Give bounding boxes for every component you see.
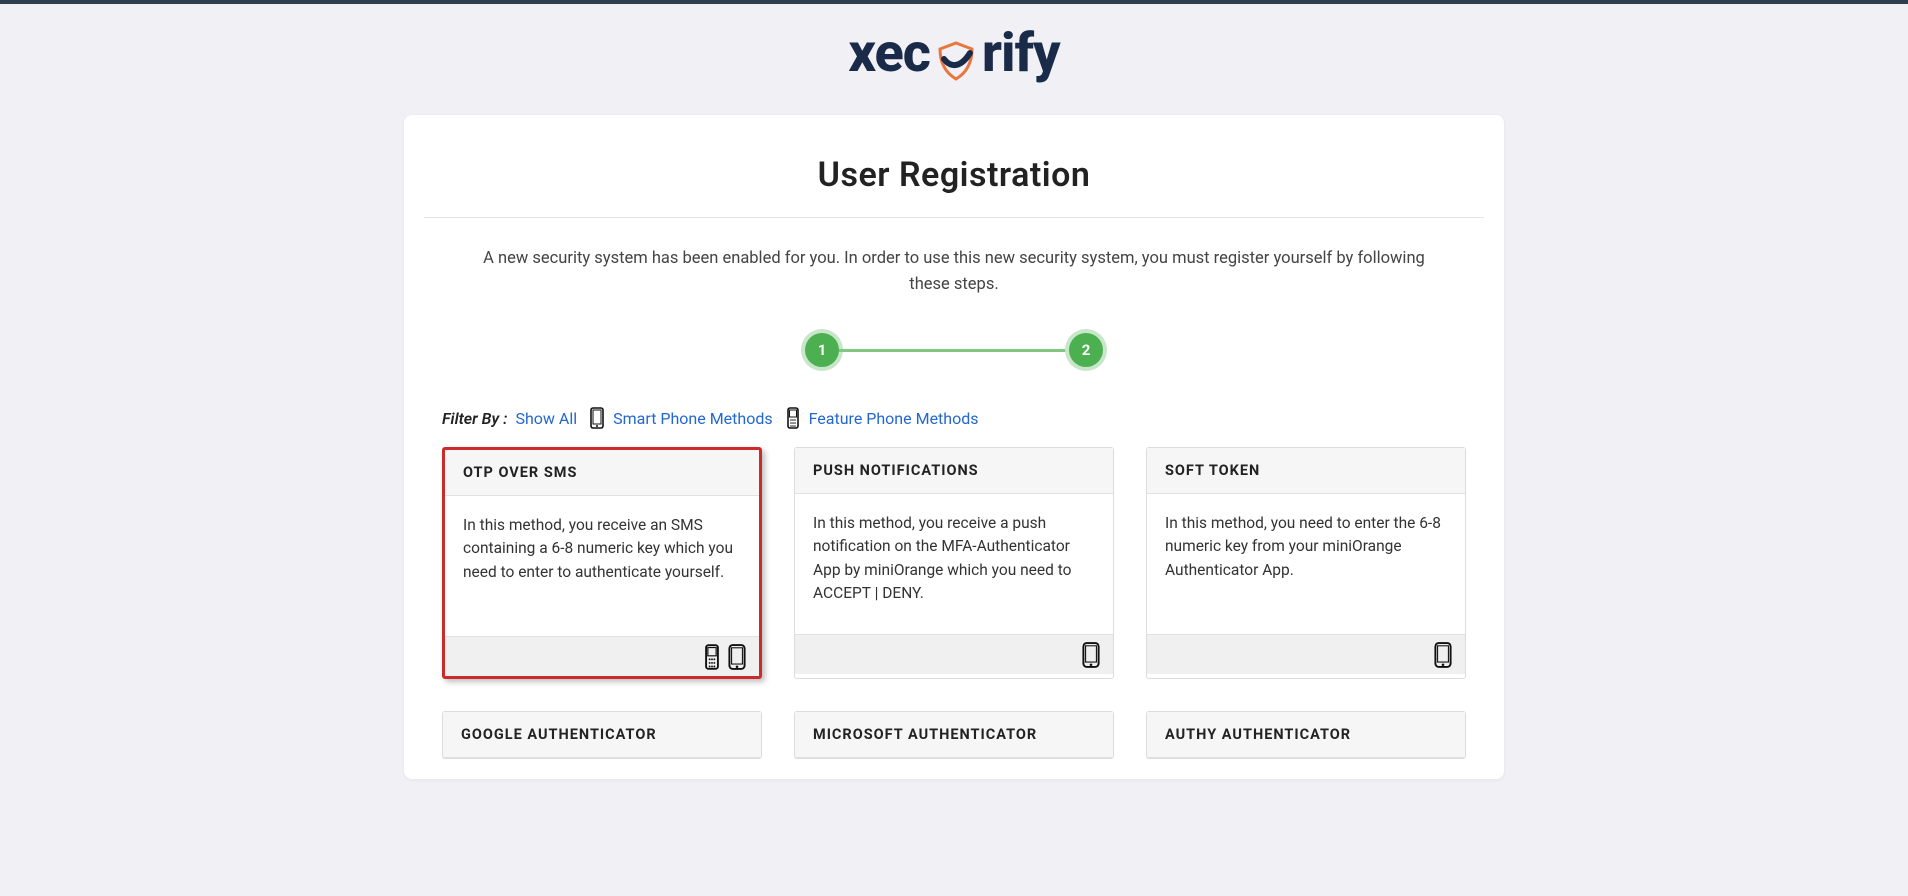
filter-bar: Filter By : Show All Smart Phone Methods… [442, 407, 1466, 429]
method-title: MICROSOFT AUTHENTICATOR [795, 712, 1113, 758]
method-footer [795, 634, 1113, 674]
smartphone-icon [589, 407, 605, 429]
method-card-authy-auth[interactable]: AUTHY AUTHENTICATOR [1146, 711, 1466, 759]
method-footer [445, 636, 759, 676]
method-title: GOOGLE AUTHENTICATOR [443, 712, 761, 758]
filter-show-all[interactable]: Show All [515, 409, 577, 428]
step-indicator: 1 2 [424, 333, 1484, 367]
brand-text-left: xec [848, 22, 930, 85]
shield-icon [934, 34, 978, 78]
filter-feature-phone[interactable]: Feature Phone Methods [809, 409, 979, 428]
feature-phone-icon [785, 407, 801, 429]
step-1: 1 [805, 333, 839, 367]
smartphone-icon [1081, 642, 1101, 668]
method-card-microsoft-auth[interactable]: MICROSOFT AUTHENTICATOR [794, 711, 1114, 759]
method-description: In this method, you need to enter the 6-… [1147, 494, 1465, 634]
method-card-otp-sms[interactable]: OTP OVER SMSIn this method, you receive … [442, 447, 762, 679]
method-description: In this method, you receive a push notif… [795, 494, 1113, 634]
method-title: OTP OVER SMS [445, 450, 759, 496]
method-card-google-auth[interactable]: GOOGLE AUTHENTICATOR [442, 711, 762, 759]
brand-logo: xec rify [848, 22, 1059, 85]
step-2: 2 [1069, 333, 1103, 367]
filter-smart-phone[interactable]: Smart Phone Methods [613, 409, 772, 428]
method-card-push[interactable]: PUSH NOTIFICATIONSIn this method, you re… [794, 447, 1114, 679]
smartphone-icon [1433, 642, 1453, 668]
step-connector [839, 349, 1069, 352]
method-title: AUTHY AUTHENTICATOR [1147, 712, 1465, 758]
smartphone-icon [727, 644, 747, 670]
page-title: User Registration [424, 155, 1484, 195]
method-footer [1147, 634, 1465, 674]
brand-text-right: rify [982, 22, 1060, 85]
method-description: In this method, you receive an SMS conta… [445, 496, 759, 636]
filter-label: Filter By : [442, 409, 507, 428]
registration-card: User Registration A new security system … [404, 115, 1504, 779]
method-title: PUSH NOTIFICATIONS [795, 448, 1113, 494]
method-title: SOFT TOKEN [1147, 448, 1465, 494]
intro-text: A new security system has been enabled f… [424, 246, 1484, 297]
methods-grid: OTP OVER SMSIn this method, you receive … [424, 447, 1484, 759]
feature-phone-icon [703, 644, 721, 670]
divider [424, 217, 1484, 218]
method-card-soft-token[interactable]: SOFT TOKENIn this method, you need to en… [1146, 447, 1466, 679]
